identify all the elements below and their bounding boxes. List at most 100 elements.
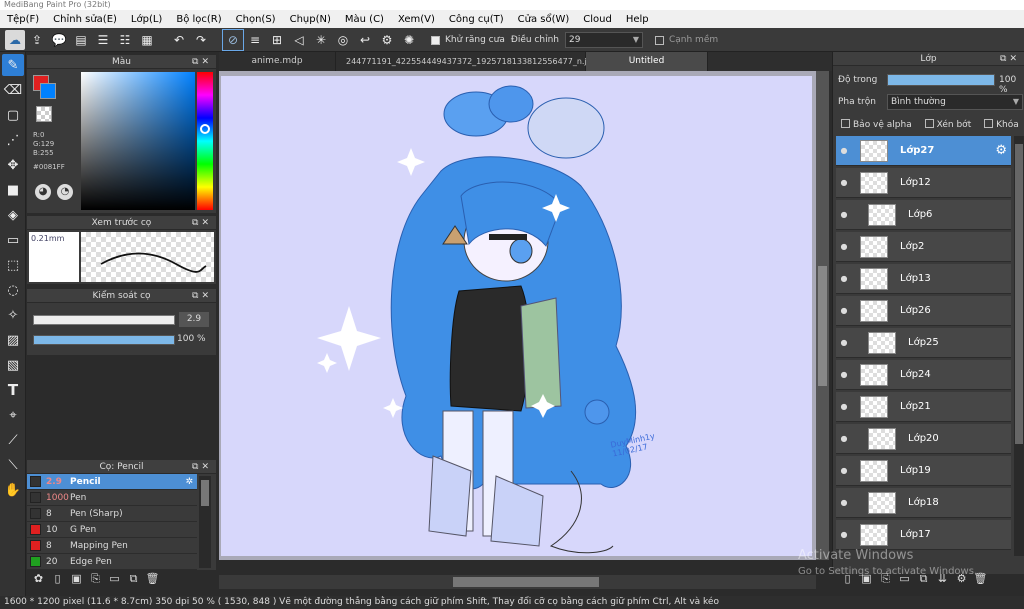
menu-edit[interactable]: Chỉnh sửa(E): [46, 14, 124, 25]
layer-row[interactable]: ● Lớp26: [836, 296, 1011, 326]
panel-controls-icon[interactable]: ⧉✕: [192, 460, 212, 474]
grid-icon[interactable]: ▦: [137, 30, 157, 50]
tab-anime[interactable]: anime.mdp: [219, 52, 336, 71]
canvas-area[interactable]: DuyMinh1y 11/02/17: [219, 71, 816, 560]
dot-tool-icon[interactable]: ⋰: [2, 129, 24, 151]
lasso-tool-icon[interactable]: ◌: [2, 279, 24, 301]
tab-untitled[interactable]: Untitled: [586, 52, 708, 71]
menu-tools[interactable]: Công cụ(T): [442, 14, 511, 25]
menu-cloud[interactable]: Cloud: [576, 14, 619, 25]
brush-opacity-slider[interactable]: [33, 335, 175, 345]
move-tool-icon[interactable]: ✥: [2, 154, 24, 176]
eyedropper-tool-icon[interactable]: ⟋: [2, 429, 24, 451]
layer-opacity-slider[interactable]: [887, 74, 995, 86]
drawing-canvas[interactable]: DuyMinh1y 11/02/17: [221, 76, 812, 556]
brush-copy-icon[interactable]: ⎘: [88, 571, 103, 586]
layer-row[interactable]: ● Lớp17: [836, 520, 1011, 550]
no-snap-icon[interactable]: ⊘: [222, 28, 244, 51]
eye-icon[interactable]: ●: [836, 370, 852, 379]
layer-list-scrollbar[interactable]: [1014, 136, 1024, 556]
canvas-vertical-scroll-thumb[interactable]: [818, 266, 827, 386]
menu-filter[interactable]: Bộ lọc(R): [169, 14, 228, 25]
select-pen-tool-icon[interactable]: ▨: [2, 329, 24, 351]
comment-icon[interactable]: 💬: [49, 30, 69, 50]
canvas-horizontal-scroll-thumb[interactable]: [453, 577, 599, 587]
protect-alpha-checkbox[interactable]: [841, 119, 850, 128]
radial-snap-icon[interactable]: ✳: [311, 30, 331, 50]
fill-rect-tool-icon[interactable]: ■: [2, 179, 24, 201]
checklist-icon[interactable]: ☷: [115, 30, 135, 50]
brush-item[interactable]: 10 G Pen: [27, 522, 197, 538]
brush-size-value[interactable]: 2.9: [179, 312, 209, 327]
circle-snap-icon[interactable]: ◎: [333, 30, 353, 50]
cross-snap-icon[interactable]: ⊞: [267, 30, 287, 50]
menu-color[interactable]: Màu (C): [338, 14, 391, 25]
panel-controls-icon[interactable]: ⧉✕: [1000, 52, 1020, 66]
saturation-value-picker[interactable]: [81, 72, 195, 210]
eye-icon[interactable]: ●: [836, 434, 852, 443]
canvas-horizontal-scrollbar[interactable]: [219, 575, 816, 589]
eye-icon[interactable]: ●: [836, 498, 852, 507]
eye-icon[interactable]: ●: [836, 146, 852, 155]
bucket-tool-icon[interactable]: ◈: [2, 204, 24, 226]
brush-cloud-icon[interactable]: ✿: [31, 571, 46, 586]
lock-checkbox[interactable]: [984, 119, 994, 128]
divide-tool-icon[interactable]: ⟍: [2, 454, 24, 476]
select-tool-icon[interactable]: ⬚: [2, 254, 24, 276]
eye-icon[interactable]: ●: [836, 466, 852, 475]
layer-row[interactable]: ● Lớp20: [836, 424, 1011, 454]
gear-icon[interactable]: ⚙: [995, 143, 1007, 158]
layer-row[interactable]: ● Lớp2: [836, 232, 1011, 262]
panel-controls-icon[interactable]: ⧉✕: [192, 289, 212, 303]
eye-icon[interactable]: ●: [836, 306, 852, 315]
blend-mode-select[interactable]: Bình thường ▼: [887, 94, 1023, 110]
menu-help[interactable]: Help: [619, 14, 656, 25]
adjust-select[interactable]: 29 ▼: [564, 31, 643, 48]
snap-settings-icon[interactable]: ✺: [399, 30, 419, 50]
parallel-snap-icon[interactable]: ≡: [245, 30, 265, 50]
brush-add-icon[interactable]: ▣: [69, 571, 84, 586]
brush-item[interactable]: 8 Mapping Pen: [27, 538, 197, 554]
transparent-color-swatch[interactable]: [36, 106, 52, 122]
menu-snap[interactable]: Chụp(N): [283, 14, 338, 25]
operation-tool-icon[interactable]: ⌖: [2, 404, 24, 426]
gradient-tool-icon[interactable]: ▭: [2, 229, 24, 251]
palette-add-icon[interactable]: ◔: [57, 184, 73, 200]
brush-item[interactable]: 2.9 Pencil ✲: [27, 474, 197, 490]
select-eraser-tool-icon[interactable]: ▧: [2, 354, 24, 376]
eye-icon[interactable]: ●: [836, 530, 852, 539]
canvas-vertical-scrollbar[interactable]: [816, 71, 829, 560]
brush-settings-icon[interactable]: ✲: [185, 477, 193, 487]
eye-icon[interactable]: ●: [836, 242, 852, 251]
palette-icon[interactable]: ◕: [35, 184, 51, 200]
eye-icon[interactable]: ●: [836, 274, 852, 283]
layer-row[interactable]: ● Lớp25: [836, 328, 1011, 358]
undo-icon[interactable]: ↶: [169, 30, 189, 50]
menu-layer[interactable]: Lớp(L): [124, 14, 169, 25]
tab-jpg[interactable]: 244771191_422554449437372_19257181338125…: [336, 52, 597, 71]
list-icon[interactable]: ☰: [93, 30, 113, 50]
brush-new-icon[interactable]: ▯: [50, 571, 65, 586]
menu-view[interactable]: Xem(V): [391, 14, 442, 25]
hand-tool-icon[interactable]: ✋: [2, 479, 24, 501]
brush-list-scrollbar[interactable]: [199, 476, 211, 568]
magic-wand-tool-icon[interactable]: ✧: [2, 304, 24, 326]
smooth-checkbox[interactable]: [654, 36, 664, 45]
layer-list-scroll-thumb[interactable]: [1015, 144, 1023, 444]
layer-row[interactable]: ● Lớp6: [836, 200, 1011, 230]
layer-row[interactable]: ● Lớp21: [836, 392, 1011, 422]
antialias-checkbox[interactable]: [431, 36, 440, 45]
brush-duplicate-icon[interactable]: ⧉: [126, 571, 141, 586]
layer-row[interactable]: ● Lớp12: [836, 168, 1011, 198]
background-color-swatch[interactable]: [40, 83, 56, 99]
brush-delete-icon[interactable]: 🗑: [145, 571, 160, 586]
eraser-tool-icon[interactable]: ⌫: [2, 79, 24, 101]
brush-item[interactable]: 1000 Pen: [27, 490, 197, 506]
menu-file[interactable]: Tệp(F): [0, 14, 46, 25]
text-tool-icon[interactable]: T: [2, 379, 24, 401]
brush-folder-icon[interactable]: ▭: [107, 571, 122, 586]
brush-size-slider[interactable]: [33, 315, 175, 325]
brush-item[interactable]: 20 Edge Pen: [27, 554, 197, 570]
layer-row[interactable]: ● Lớp24: [836, 360, 1011, 390]
layer-row[interactable]: ● Lớp18: [836, 488, 1011, 518]
